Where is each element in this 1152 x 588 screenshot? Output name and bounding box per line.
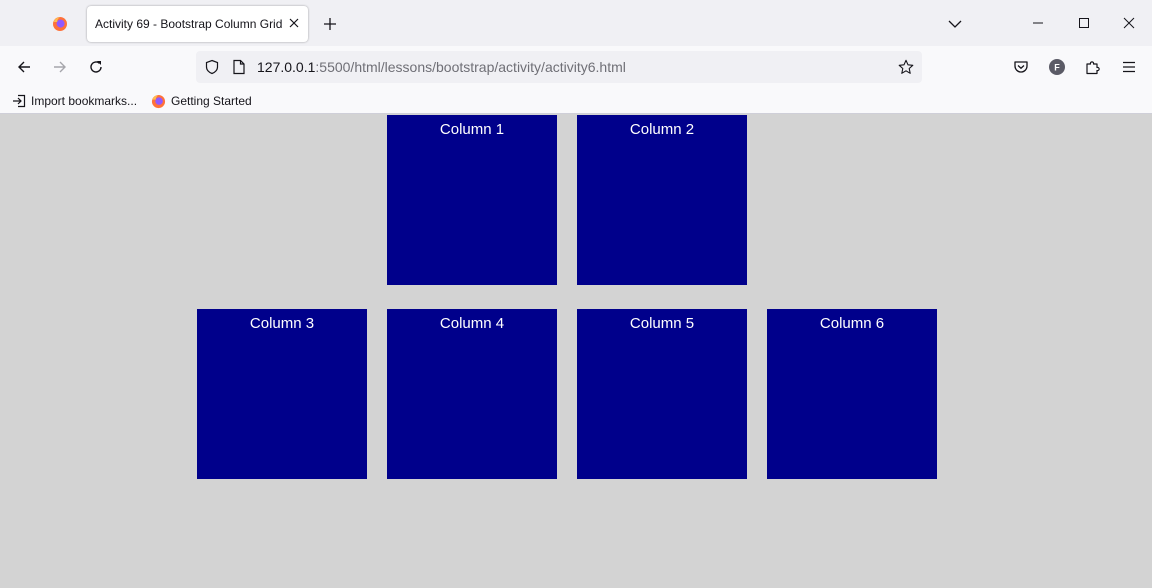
chevron-down-icon — [948, 20, 962, 28]
list-all-tabs-button[interactable] — [942, 12, 968, 36]
pocket-button[interactable] — [1007, 53, 1035, 81]
bookmark-label: Getting Started — [171, 94, 252, 108]
tab-active[interactable]: Activity 69 - Bootstrap Column Grid — [87, 6, 308, 42]
back-button[interactable] — [10, 53, 38, 81]
star-icon — [898, 59, 914, 74]
hamburger-menu-icon — [1123, 61, 1135, 73]
column-box: Column 2 — [577, 115, 747, 285]
tab-strip: Activity 69 - Bootstrap Column Grid — [0, 0, 1152, 46]
column-box: Column 4 — [387, 309, 557, 479]
account-button[interactable]: F — [1043, 53, 1071, 81]
column-box: Column 5 — [577, 309, 747, 479]
avatar-icon: F — [1049, 59, 1065, 75]
profile-initial: F — [1054, 63, 1060, 73]
tracking-protection-button[interactable] — [202, 57, 222, 77]
column-box: Column 1 — [387, 115, 557, 285]
page-icon — [233, 59, 245, 75]
arrow-left-icon — [18, 61, 30, 73]
url-path: :5500/html/lessons/bootstrap/activity/ac… — [315, 59, 626, 75]
navigation-toolbar: 127.0.0.1:5500/html/lessons/bootstrap/ac… — [0, 46, 1152, 88]
firefox-logo-icon — [151, 94, 166, 108]
column-label: Column 4 — [439, 315, 505, 332]
url-host: 127.0.0.1 — [257, 59, 316, 75]
reload-icon — [90, 61, 102, 73]
url-text[interactable]: 127.0.0.1:5500/html/lessons/bootstrap/ac… — [257, 59, 626, 75]
firefox-view-button[interactable] — [44, 8, 76, 40]
column-label: Column 3 — [249, 315, 315, 332]
column-label: Column 1 — [439, 121, 505, 138]
column-box: Column 6 — [767, 309, 937, 479]
plus-icon — [324, 18, 336, 30]
close-icon — [289, 18, 299, 28]
bookmark-star-button[interactable] — [896, 57, 916, 77]
column-box: Column 3 — [197, 309, 367, 479]
reload-button[interactable] — [82, 53, 110, 81]
import-icon — [13, 94, 26, 108]
app-menu-button[interactable] — [1115, 53, 1143, 81]
new-tab-button[interactable] — [318, 12, 342, 36]
tab-close-button[interactable] — [286, 15, 302, 31]
firefox-logo-icon — [53, 17, 67, 31]
url-bar[interactable]: 127.0.0.1:5500/html/lessons/bootstrap/ac… — [196, 51, 922, 83]
column-label: Column 2 — [629, 121, 695, 138]
minimize-button[interactable] — [1015, 0, 1061, 46]
page-content: Column 1 Column 2 Column 3 Column 4 Colu… — [0, 115, 1152, 588]
pocket-icon — [1014, 61, 1028, 73]
forward-button[interactable] — [46, 53, 74, 81]
maximize-icon — [1079, 18, 1089, 28]
extensions-button[interactable] — [1079, 53, 1107, 81]
shield-icon — [205, 59, 219, 75]
bookmark-import[interactable]: Import bookmarks... — [12, 92, 137, 110]
minimize-icon — [1033, 22, 1043, 24]
close-icon — [1123, 17, 1135, 29]
column-label: Column 6 — [819, 315, 885, 332]
puzzle-icon — [1086, 61, 1100, 75]
column-label: Column 5 — [629, 315, 695, 332]
arrow-right-icon — [54, 61, 66, 73]
bookmarks-toolbar: Import bookmarks... Getting Started — [0, 88, 1152, 114]
close-window-button[interactable] — [1106, 0, 1152, 46]
bookmark-label: Import bookmarks... — [31, 94, 138, 108]
tab-title: Activity 69 - Bootstrap Column Grid — [95, 17, 283, 31]
maximize-button[interactable] — [1061, 0, 1107, 46]
bookmark-getting-started[interactable]: Getting Started — [151, 92, 252, 110]
site-info-button[interactable] — [230, 57, 248, 77]
